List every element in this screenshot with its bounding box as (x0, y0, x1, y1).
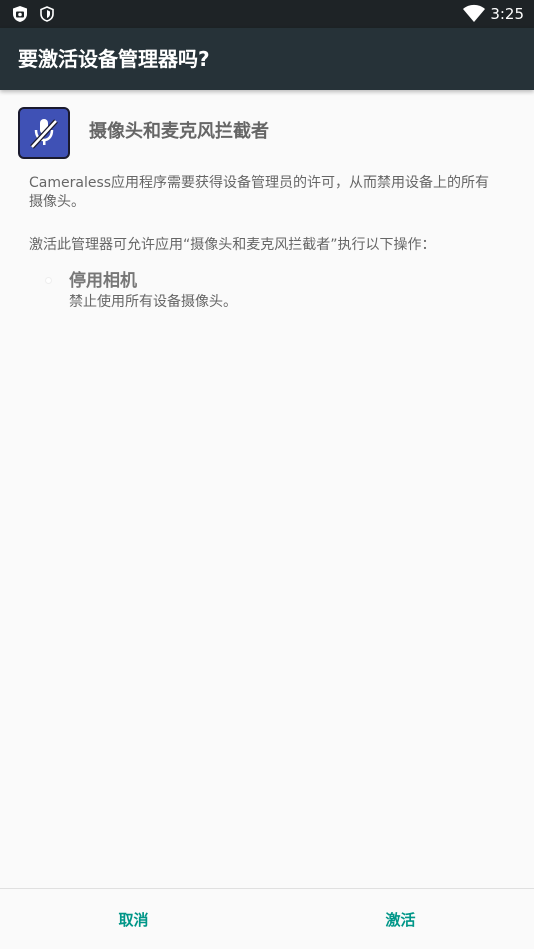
policy-description: 禁止使用所有设备摄像头。 (69, 294, 237, 310)
mic-off-icon (30, 119, 58, 149)
app-name: 摄像头和麦克风拦截者 (89, 121, 269, 142)
policy-bullet (46, 278, 51, 283)
permission-description: Cameraless应用程序需要获得设备管理员的许可，从而禁用设备上的所有摄像头… (29, 175, 490, 210)
activate-button[interactable]: 激活 (267, 889, 534, 949)
status-time: 3:25 (490, 5, 524, 23)
status-bar: 3:25 (0, 0, 534, 28)
policy-title: 停用相机 (69, 271, 137, 291)
dialog-header: 要激活设备管理器吗? (0, 28, 534, 90)
policy-intro: 激活此管理器可允许应用“摄像头和麦克风拦截者”执行以下操作： (29, 237, 436, 253)
button-bar: 取消 激活 (0, 888, 534, 949)
camera-shield-icon (11, 5, 29, 23)
dialog-content: 摄像头和麦克风拦截者 Cameraless应用程序需要获得设备管理员的许可，从而… (0, 90, 534, 888)
dialog-title: 要激活设备管理器吗? (18, 47, 210, 71)
vpn-shield-icon (38, 5, 56, 23)
app-icon (18, 107, 70, 159)
cancel-button[interactable]: 取消 (0, 889, 267, 949)
wifi-icon (462, 4, 486, 24)
